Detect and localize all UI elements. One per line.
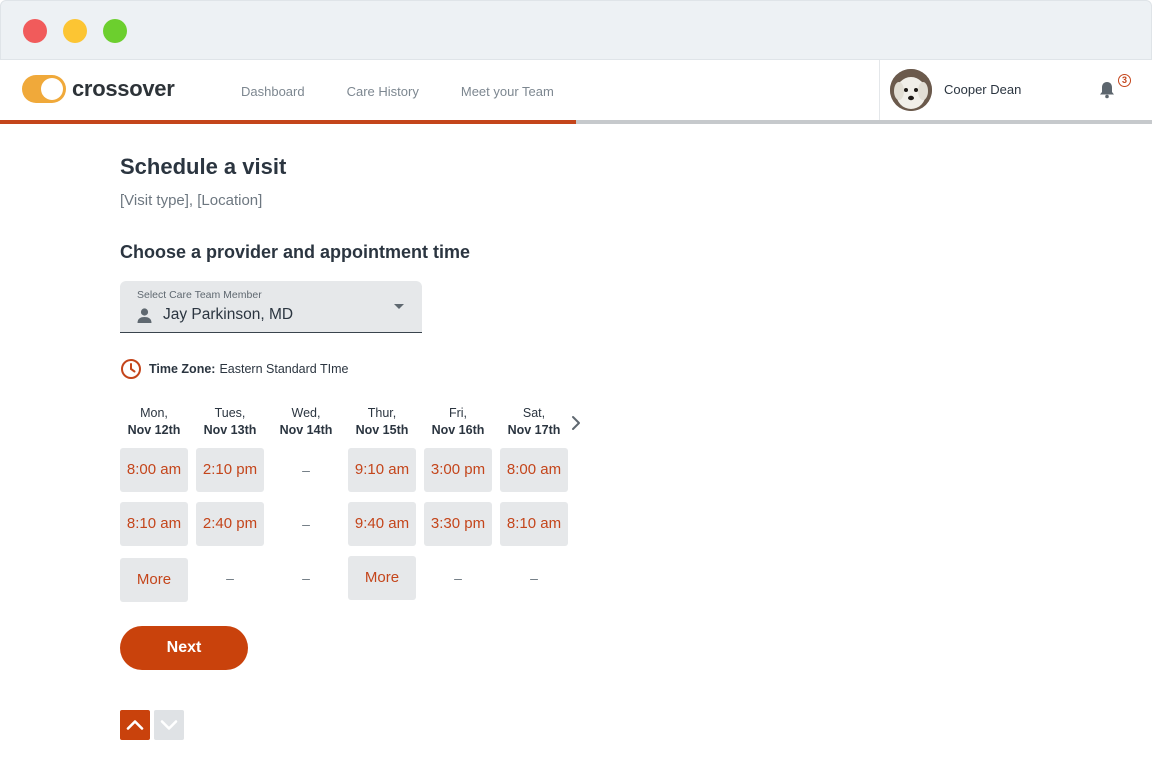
minimize-window-button[interactable] xyxy=(63,19,87,43)
day-header: Thur, Nov 15th xyxy=(355,406,409,437)
main-nav: Dashboard Care History Meet your Team xyxy=(241,84,596,99)
select-label: Select Care Team Member xyxy=(137,289,262,301)
brand-logo[interactable]: crossover xyxy=(22,75,175,103)
page-title: Schedule a visit xyxy=(120,154,287,179)
time-slot[interactable]: 3:00 pm xyxy=(424,448,492,492)
chevron-down-icon xyxy=(160,720,178,730)
day-header: Sat, Nov 17th xyxy=(507,406,561,437)
bell-icon[interactable] xyxy=(1097,80,1117,100)
time-slot[interactable]: 2:40 pm xyxy=(196,502,264,546)
day-header: Wed, Nov 14th xyxy=(279,406,333,437)
nav-dashboard[interactable]: Dashboard xyxy=(241,84,305,99)
timezone-label: Time Zone: xyxy=(149,362,216,376)
time-slot[interactable]: 8:10 am xyxy=(120,502,188,546)
notification-badge: 3 xyxy=(1118,74,1131,87)
chevron-up-icon xyxy=(126,720,144,730)
person-icon xyxy=(137,308,152,323)
maximize-window-button[interactable] xyxy=(103,19,127,43)
progress-bar-fill xyxy=(0,120,576,124)
empty-slot: – xyxy=(454,570,462,586)
empty-slot: – xyxy=(302,570,310,586)
empty-slot: – xyxy=(226,570,234,586)
more-times-button[interactable]: More xyxy=(348,556,416,600)
toggle-logo-icon xyxy=(22,75,66,103)
select-value: Jay Parkinson, MD xyxy=(163,306,294,323)
section-title: Choose a provider and appointment time xyxy=(120,242,471,262)
time-slot[interactable]: 8:00 am xyxy=(120,448,188,492)
empty-slot: – xyxy=(530,570,538,586)
avatar[interactable] xyxy=(890,69,932,111)
next-button[interactable]: Next xyxy=(120,626,248,670)
user-name[interactable]: Cooper Dean xyxy=(944,82,1021,97)
nav-meet-your-team[interactable]: Meet your Team xyxy=(461,84,554,99)
window-titlebar xyxy=(0,0,1152,60)
progress-bar xyxy=(0,120,1152,124)
chevron-down-icon xyxy=(394,304,404,309)
empty-slot: – xyxy=(302,516,310,532)
time-slot[interactable]: 2:10 pm xyxy=(196,448,264,492)
more-times-button[interactable]: More xyxy=(120,558,188,602)
day-header: Mon, Nov 12th xyxy=(127,406,181,437)
chevron-right-icon[interactable] xyxy=(568,414,584,432)
nav-care-history[interactable]: Care History xyxy=(347,84,419,99)
day-header: Tues, Nov 13th xyxy=(203,406,257,437)
time-slot[interactable]: 3:30 pm xyxy=(424,502,492,546)
scroll-up-button[interactable] xyxy=(120,710,150,740)
app-header: crossover Dashboard Care History Meet yo… xyxy=(0,60,1152,124)
day-header: Fri, Nov 16th xyxy=(431,406,485,437)
close-window-button[interactable] xyxy=(23,19,47,43)
care-team-select[interactable]: Select Care Team Member Jay Parkinson, M… xyxy=(120,281,422,333)
time-slot[interactable]: 8:00 am xyxy=(500,448,568,492)
empty-slot: – xyxy=(302,462,310,478)
user-area: Cooper Dean 3 xyxy=(879,60,1152,120)
brand-name: crossover xyxy=(72,76,175,101)
time-slot[interactable]: 9:40 am xyxy=(348,502,416,546)
timezone-value: Eastern Standard TIme xyxy=(219,362,349,376)
timezone-info: Time Zone: Eastern Standard TIme xyxy=(120,358,348,380)
time-slot[interactable]: 9:10 am xyxy=(348,448,416,492)
page-subtitle: [Visit type], [Location] xyxy=(120,192,263,209)
time-slot[interactable]: 8:10 am xyxy=(500,502,568,546)
scroll-down-button[interactable] xyxy=(154,710,184,740)
clock-icon xyxy=(121,359,141,379)
